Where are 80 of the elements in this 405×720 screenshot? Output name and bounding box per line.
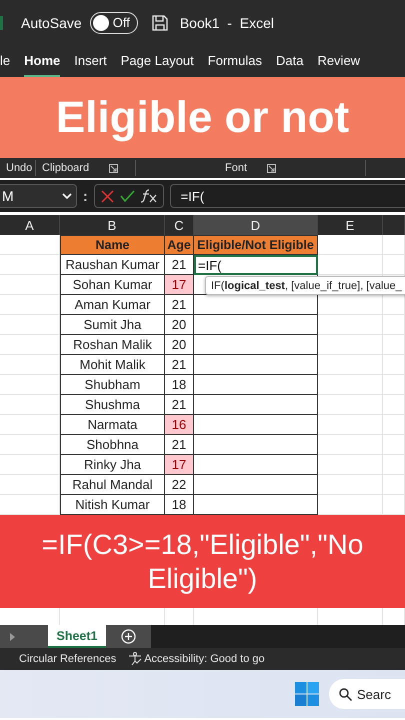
ribbon-tab[interactable]: Formulas	[208, 45, 262, 77]
table-cell: Roshan Malik	[60, 335, 165, 355]
table-cell: Sohan Kumar	[60, 275, 165, 295]
ribbon-tab[interactable]: Review	[317, 45, 360, 77]
active-cell[interactable]: =IF(	[194, 255, 318, 275]
table-cell: 18	[165, 495, 194, 515]
sheet-tab[interactable]: Sheet1	[48, 625, 106, 648]
empty-cell	[383, 355, 405, 375]
table-cell: 18	[165, 375, 194, 395]
table-cell: 21	[165, 295, 194, 315]
formula-field[interactable]: =IF(	[170, 184, 405, 208]
table-cell: Shushma	[60, 395, 165, 415]
table-cell: Raushan Kumar	[60, 255, 165, 275]
table-cell: Shobhna	[60, 435, 165, 455]
chevron-icon	[62, 193, 72, 199]
column-header[interactable]: B	[60, 215, 165, 235]
empty-cell	[383, 435, 405, 455]
accessibility-icon	[128, 652, 142, 666]
table-cell: 21	[165, 355, 194, 375]
column-header[interactable]: A	[0, 215, 60, 235]
header-cell: Eligible/Not Eligible	[194, 235, 318, 255]
ribbon-tab[interactable]: le	[0, 45, 10, 77]
table-cell: 21	[165, 435, 194, 455]
table-cell: Sumit Jha	[60, 315, 165, 335]
empty-cell	[383, 395, 405, 415]
empty-cell	[383, 315, 405, 335]
table-cell: Mohit Malik	[60, 355, 165, 375]
search-field[interactable]: Searc	[329, 679, 405, 709]
scroll-arrow-icon[interactable]	[10, 632, 15, 640]
table-cell: 21	[165, 395, 194, 415]
table-cell: Rahul Mandal	[60, 475, 165, 495]
table-cell: Aman Kumar	[60, 295, 165, 315]
table-cell: 17	[165, 275, 194, 295]
column-header[interactable]: C	[165, 215, 194, 235]
function-tooltip: IF(logical_test, [value_if_true], [value_	[205, 276, 405, 295]
table-cell: Shubham	[60, 375, 165, 395]
empty-cell	[383, 475, 405, 495]
empty-cell	[383, 235, 405, 255]
formula-banner: =IF(C3>=18,"Eligible","No Eligible")	[0, 515, 405, 608]
table-cell: 16	[165, 415, 194, 435]
table-cell: Narmata	[60, 415, 165, 435]
autosave-label: AutoSave	[21, 14, 82, 30]
empty-cell	[383, 255, 405, 275]
group-label: Undo	[6, 162, 32, 174]
ribbon-tab[interactable]: Insert	[74, 45, 107, 77]
header-cell: Age	[165, 235, 194, 255]
launcher-icon[interactable]	[267, 164, 276, 172]
table-cell: 22	[165, 475, 194, 495]
table-cell: 20	[165, 335, 194, 355]
empty-cell	[383, 455, 405, 475]
separator: :	[83, 188, 88, 204]
save-icon[interactable]	[152, 14, 168, 30]
table-cell: Nitish Kumar	[60, 495, 165, 515]
cancel-icon[interactable]	[100, 190, 114, 202]
ribbon-tab[interactable]: Data	[276, 45, 304, 77]
empty-cell	[383, 335, 405, 355]
group-label: Clipboard	[42, 162, 90, 174]
empty-cell	[383, 415, 405, 435]
status-text: Accessibility: Good to go	[144, 653, 265, 665]
search-icon	[339, 688, 352, 700]
header-cell: Name	[60, 235, 165, 255]
name-box[interactable]: M	[0, 184, 77, 208]
status-text: Circular References	[19, 653, 116, 665]
table-cell: 17	[165, 455, 194, 475]
check-icon[interactable]	[120, 190, 135, 202]
group-label: Font	[224, 162, 247, 174]
window-title: Book1 - Excel	[180, 14, 274, 30]
title-banner: Eligible or not	[0, 77, 405, 158]
table-cell: Rinky Jha	[60, 455, 165, 475]
start-icon[interactable]	[295, 682, 319, 706]
table-cell: 21	[165, 255, 194, 275]
add-sheet-icon[interactable]	[121, 629, 136, 644]
ribbon-tab[interactable]: Page Layout	[120, 45, 194, 77]
table-cell: 20	[165, 315, 194, 335]
autosave-toggle[interactable]: Off	[90, 12, 138, 34]
function-icon[interactable]	[140, 189, 157, 203]
launcher-icon[interactable]	[109, 164, 118, 172]
empty-cell	[383, 375, 405, 395]
column-header[interactable]: D	[194, 215, 318, 235]
column-header[interactable]: E	[318, 215, 383, 235]
